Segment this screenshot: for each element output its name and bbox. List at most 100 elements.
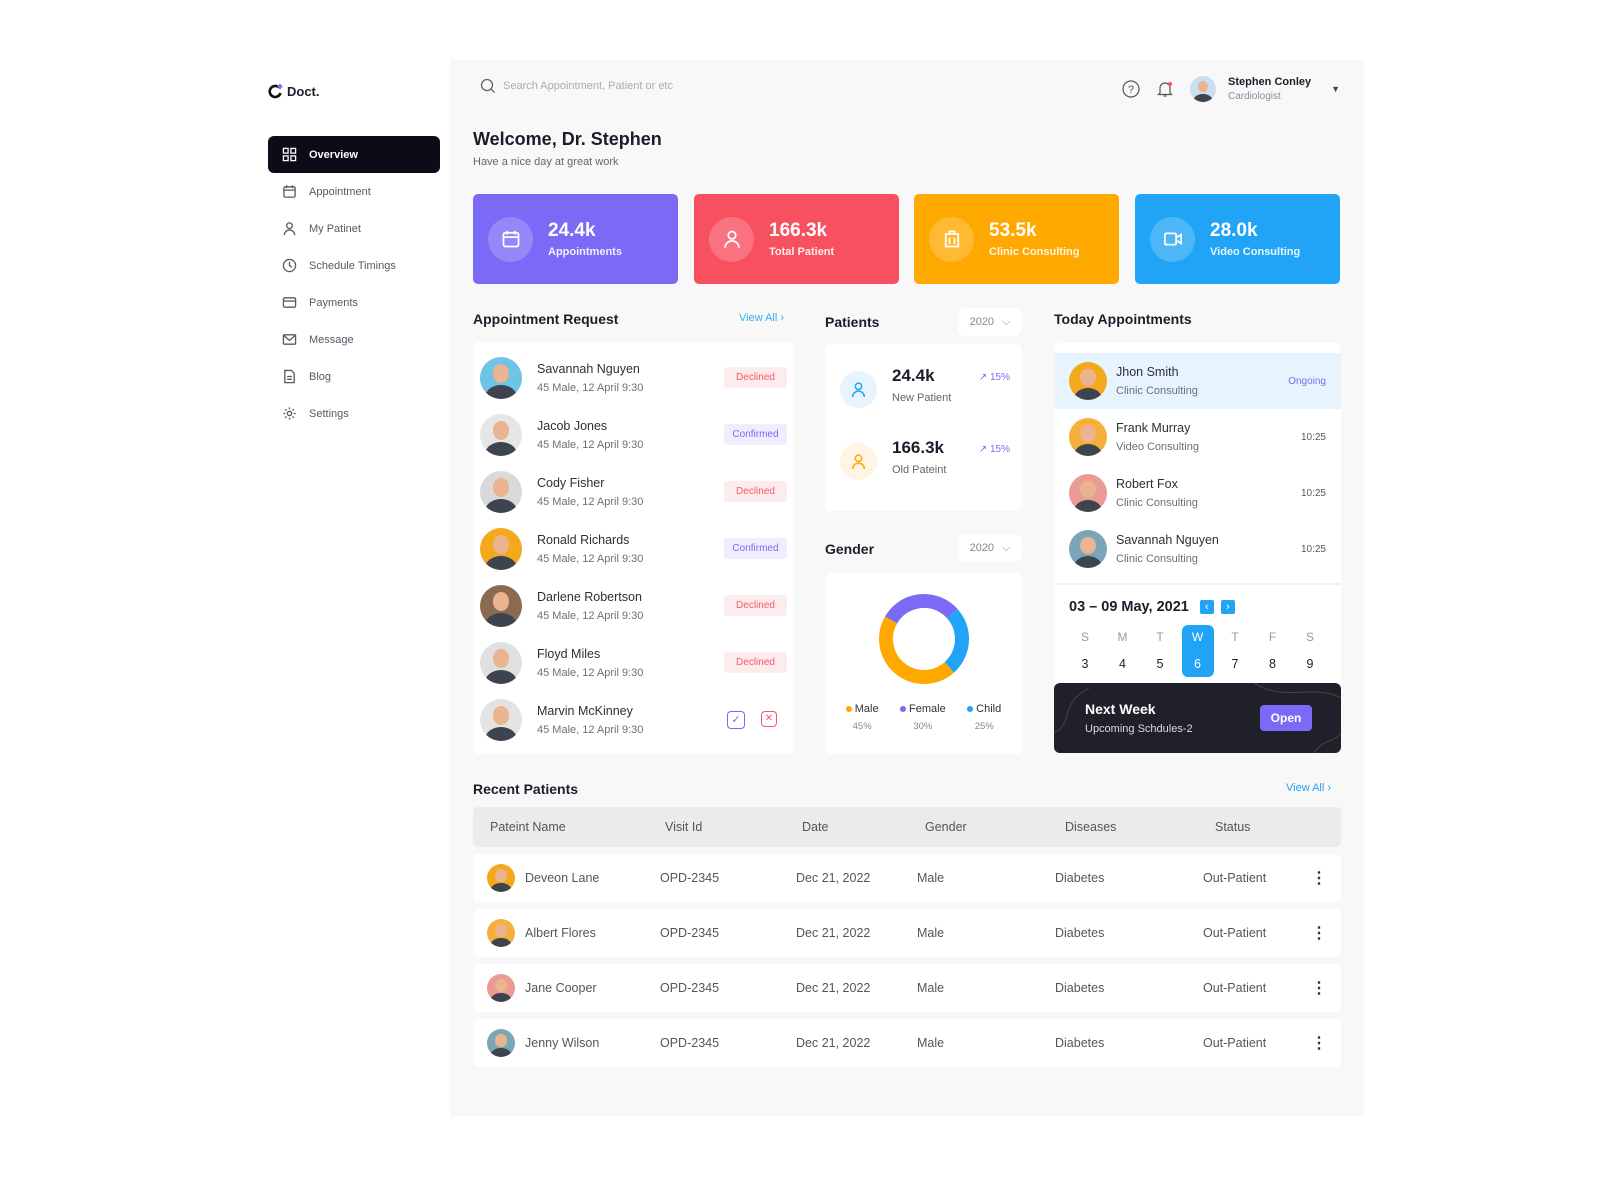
- stat-label: Clinic Consulting: [989, 246, 1080, 258]
- patients-year-select[interactable]: 2020 ⌵: [958, 308, 1022, 336]
- appointment-request-item[interactable]: Savannah Nguyen 45 Male, 12 April 9:30 Dec…: [473, 349, 794, 406]
- sidebar-item-blog[interactable]: Blog: [268, 358, 440, 395]
- appointment-request-item[interactable]: Marvin McKinney 45 Male, 12 April 9:30 ✓ ✕: [473, 691, 794, 748]
- more-options-icon[interactable]: ⋮: [1311, 923, 1327, 943]
- column-header[interactable]: Diseases: [1065, 820, 1116, 834]
- sidebar-item-settings[interactable]: Settings: [268, 395, 440, 432]
- calendar-day[interactable]: M4: [1107, 625, 1139, 677]
- table-row[interactable]: Jenny Wilson OPD-2345 Dec 21, 2022 Male Diab…: [473, 1019, 1341, 1067]
- chevron-down-icon[interactable]: ▼: [1331, 84, 1340, 94]
- stat-card-total-patient[interactable]: 166.3k Total Patient: [694, 194, 899, 284]
- patient-meta: 45 Male, 12 April 9:30: [537, 609, 644, 622]
- search-input[interactable]: Search Appointment, Patient or etc: [480, 78, 673, 94]
- gender-year-select[interactable]: 2020 ⌵: [958, 534, 1022, 562]
- calendar-day[interactable]: T7: [1219, 625, 1251, 677]
- stat-value: 166.3k: [769, 220, 828, 241]
- chevron-down-icon: ⌵: [1002, 315, 1011, 328]
- stat-card-clinic-consulting[interactable]: 53.5k Clinic Consulting: [914, 194, 1119, 284]
- appointment-request-item[interactable]: Floyd Miles 45 Male, 12 April 9:30 Decline…: [473, 634, 794, 691]
- today-appointment-item[interactable]: Frank Murray Video Consulting 10:25: [1054, 409, 1341, 465]
- notification-bell-icon[interactable]: [1156, 80, 1174, 98]
- calendar-day[interactable]: W6: [1181, 625, 1214, 677]
- column-header[interactable]: Status: [1215, 820, 1250, 834]
- patient-name: Marvin McKinney: [537, 703, 633, 718]
- column-header[interactable]: Gender: [925, 820, 967, 834]
- gender-card: Male 45% Female 30% Child 25%: [825, 573, 1022, 754]
- table-cell: Male: [917, 981, 945, 995]
- appointment-request-item[interactable]: Jacob Jones 45 Male, 12 April 9:30 Confirm…: [473, 406, 794, 463]
- appointment-request-item[interactable]: Cody Fisher 45 Male, 12 April 9:30 Decline…: [473, 463, 794, 520]
- avatar: [487, 974, 515, 1002]
- table-cell: Diabetes: [1055, 1036, 1105, 1050]
- avatar: [480, 584, 522, 627]
- table-cell: OPD-2345: [660, 1036, 720, 1050]
- sidebar-item-overview[interactable]: Overview: [268, 136, 440, 173]
- calendar-day[interactable]: T5: [1144, 625, 1176, 677]
- open-button[interactable]: Open: [1260, 705, 1312, 731]
- legend-label: Female: [909, 703, 946, 715]
- day-number: 8: [1269, 657, 1276, 671]
- gender-donut-chart: [879, 594, 969, 684]
- logo[interactable]: Doct.: [268, 83, 320, 99]
- today-appointment-item[interactable]: Jhon Smith Clinic Consulting Ongoing: [1054, 353, 1341, 409]
- more-options-icon[interactable]: ⋮: [1311, 1033, 1327, 1053]
- table-cell: OPD-2345: [660, 871, 720, 885]
- prev-week-button[interactable]: ‹: [1199, 600, 1214, 614]
- weekday: T: [1156, 630, 1164, 644]
- avatar: [480, 527, 522, 570]
- table-cell: Male: [917, 926, 945, 940]
- today-appointment-item[interactable]: Robert Fox Clinic Consulting 10:25: [1054, 465, 1341, 521]
- reject-button[interactable]: ✕: [761, 710, 777, 727]
- brand-name: Doct.: [287, 83, 320, 99]
- sidebar-item-my-patinet[interactable]: My Patinet: [268, 210, 440, 247]
- user-icon: [851, 454, 866, 470]
- weekday: S: [1080, 630, 1089, 644]
- column-header[interactable]: Visit Id: [665, 820, 702, 834]
- more-options-icon[interactable]: ⋮: [1311, 868, 1327, 888]
- patient-stat-label: New Patient: [892, 392, 952, 404]
- avatar: [1069, 530, 1107, 568]
- status-badge: Declined: [724, 652, 787, 673]
- appointment-view-all-link[interactable]: View All ›: [739, 312, 784, 324]
- stat-card-appointments[interactable]: 24.4k Appointments: [473, 194, 678, 284]
- recent-view-all-link[interactable]: View All ›: [1286, 782, 1331, 794]
- stat-value: 28.0k: [1210, 220, 1258, 241]
- help-icon[interactable]: ?: [1122, 80, 1140, 98]
- calendar-day[interactable]: S3: [1069, 625, 1101, 677]
- status-badge: Declined: [724, 367, 787, 388]
- day-number: 3: [1081, 657, 1089, 671]
- user-avatar[interactable]: [1190, 76, 1216, 102]
- table-cell: Dec 21, 2022: [796, 981, 871, 995]
- sidebar-item-message[interactable]: Message: [268, 321, 440, 358]
- appointment-time: Ongoing: [1288, 375, 1326, 387]
- sidebar-item-payments[interactable]: Payments: [268, 284, 440, 321]
- next-week-button[interactable]: ›: [1220, 600, 1235, 614]
- user-profile[interactable]: Stephen Conley Cardiologist: [1228, 76, 1311, 102]
- table-cell: Dec 21, 2022: [796, 926, 871, 940]
- avatar: [487, 864, 515, 892]
- legend-dot: [845, 706, 852, 712]
- calendar-day[interactable]: F8: [1257, 625, 1289, 677]
- accept-button[interactable]: ✓: [727, 710, 745, 729]
- sidebar-item-appointment[interactable]: Appointment: [268, 173, 440, 210]
- calendar-range: 03 – 09 May, 2021: [1069, 599, 1189, 615]
- table-row[interactable]: Albert Flores OPD-2345 Dec 21, 2022 Male Dia…: [473, 909, 1341, 957]
- sidebar-item-schedule-timings[interactable]: Schedule Timings: [268, 247, 440, 284]
- stat-value: 53.5k: [989, 220, 1037, 241]
- table-row[interactable]: Jane Cooper OPD-2345 Dec 21, 2022 Male Diabe…: [473, 964, 1341, 1012]
- avatar: [487, 1029, 515, 1057]
- column-header[interactable]: Pateint Name: [490, 820, 566, 834]
- weekday: T: [1231, 630, 1239, 644]
- appointment-request-item[interactable]: Darlene Robertson 45 Male, 12 April 9:30 D…: [473, 577, 794, 634]
- more-options-icon[interactable]: ⋮: [1311, 978, 1327, 998]
- clock-icon: [282, 258, 297, 273]
- avatar: [1069, 362, 1107, 400]
- day-number: 9: [1306, 657, 1314, 671]
- column-header[interactable]: Date: [802, 820, 828, 834]
- search-placeholder: Search Appointment, Patient or etc: [503, 80, 673, 92]
- table-row[interactable]: Deveon Lane OPD-2345 Dec 21, 2022 Male Diabe…: [473, 854, 1341, 902]
- stat-card-video-consulting[interactable]: 28.0k Video Consulting: [1135, 194, 1340, 284]
- appointment-request-item[interactable]: Ronald Richards 45 Male, 12 April 9:30 Con…: [473, 520, 794, 577]
- today-appointment-item[interactable]: Savannah Nguyen Clinic Consulting 10:25: [1054, 521, 1341, 577]
- calendar-day[interactable]: S9: [1294, 625, 1326, 677]
